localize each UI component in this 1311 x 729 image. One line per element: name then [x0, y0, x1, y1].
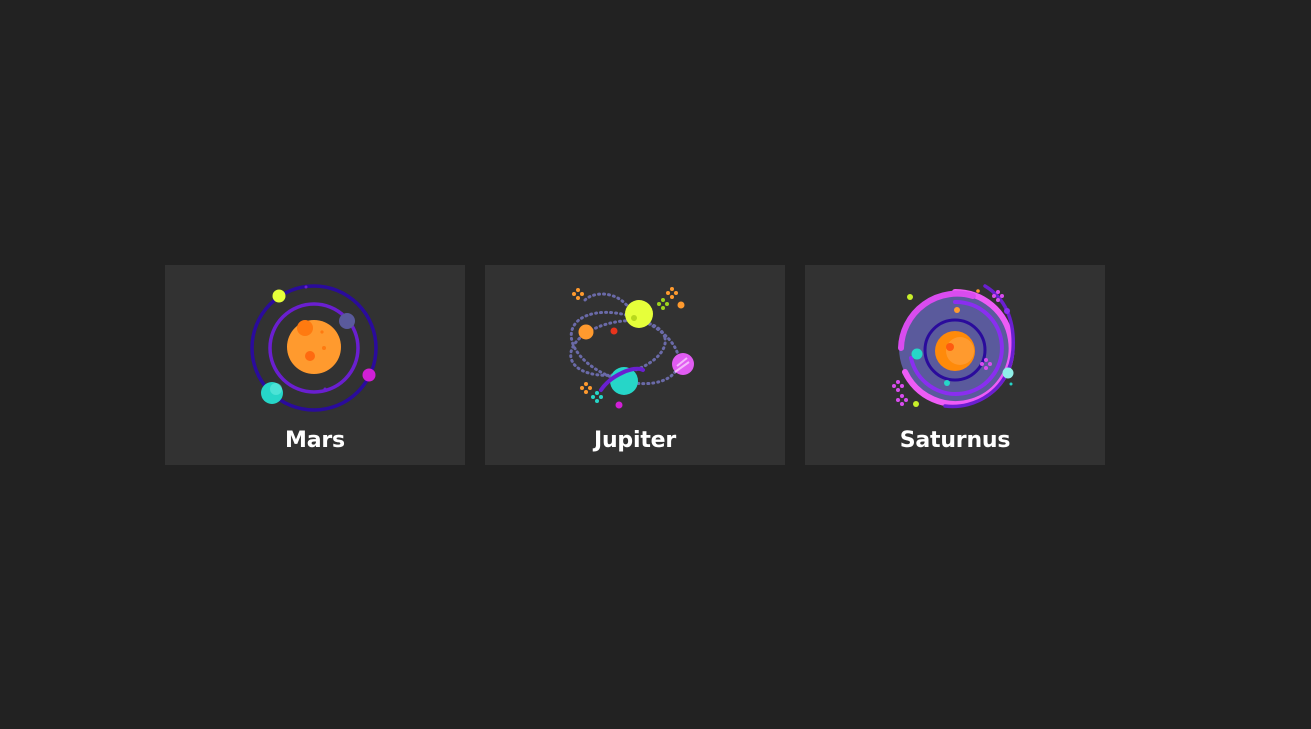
solar-system-icon — [250, 284, 378, 412]
planet-card-list: Mars Jupiter Saturnus — [165, 265, 1105, 465]
card-jupiter[interactable]: Jupiter — [485, 265, 785, 465]
card-label: Saturnus — [899, 428, 1011, 453]
card-label: Jupiter — [593, 428, 677, 453]
card-mars[interactable]: Mars — [165, 265, 465, 465]
planet-orbits-icon — [569, 287, 694, 409]
card-label: Mars — [285, 428, 345, 453]
galaxy-icon — [892, 284, 1015, 409]
card-saturnus[interactable]: Saturnus — [805, 265, 1105, 465]
